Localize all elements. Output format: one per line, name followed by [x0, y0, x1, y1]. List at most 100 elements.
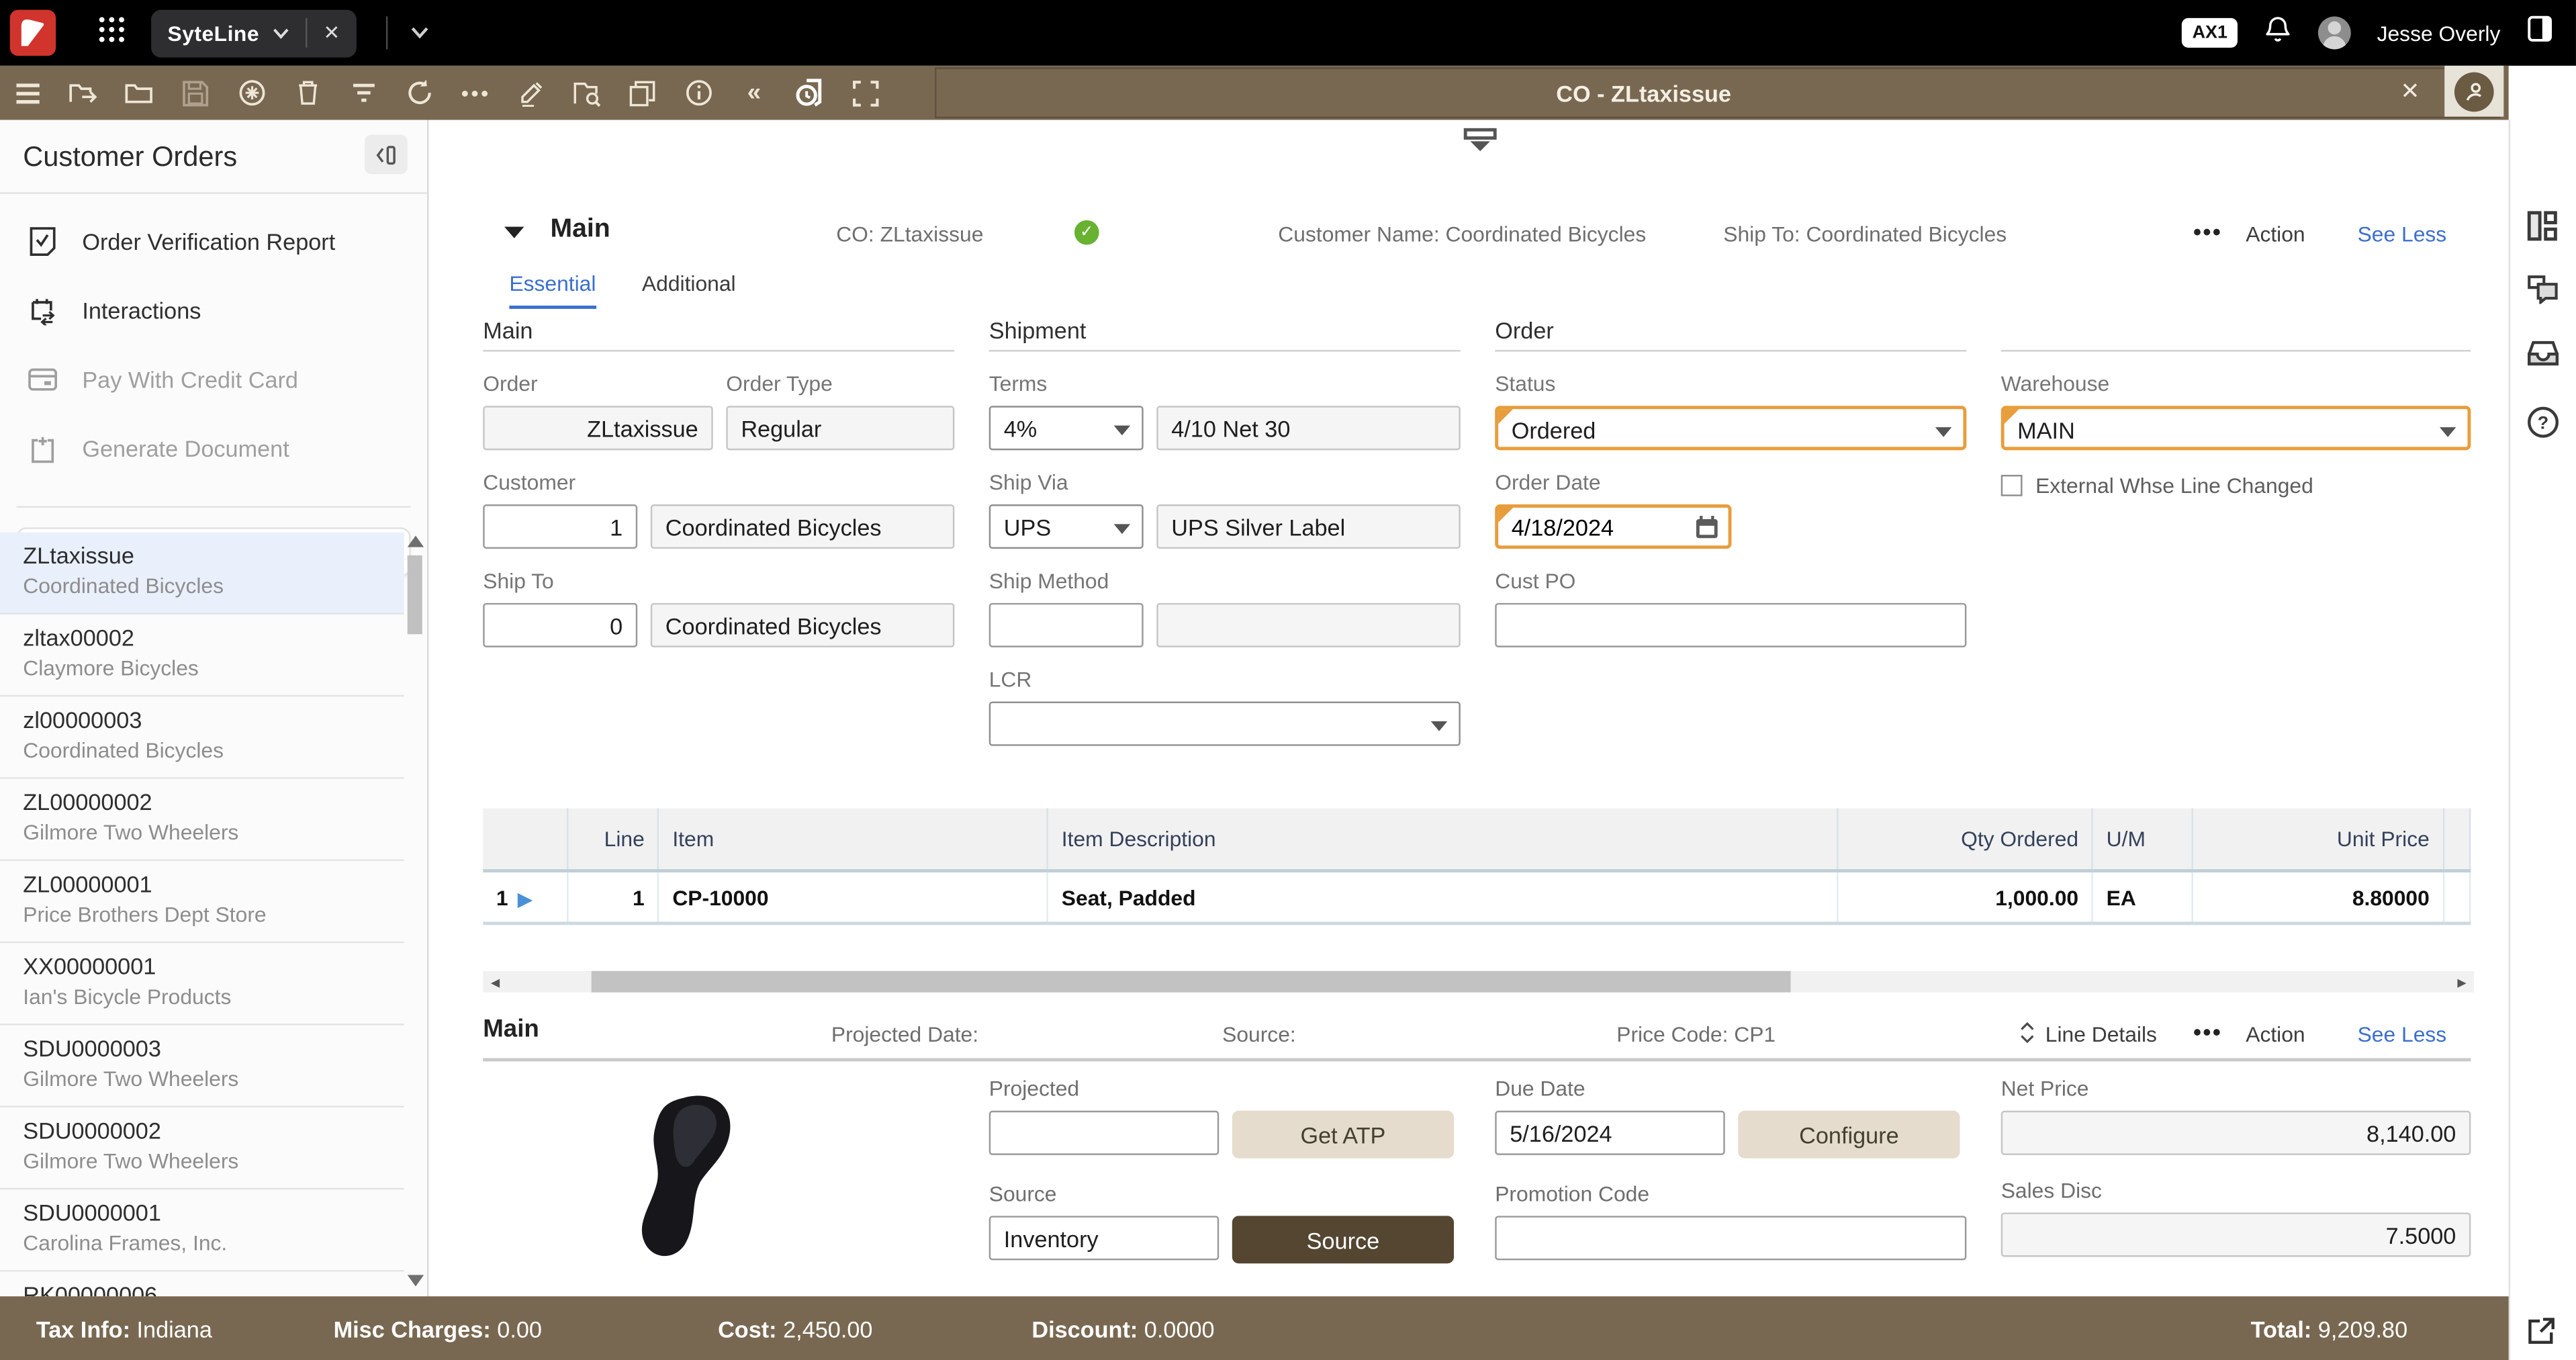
status-dropdown[interactable]: Ordered [1495, 406, 1966, 450]
due-date-field[interactable] [1495, 1111, 1724, 1155]
line-action-link[interactable]: Action [2246, 1022, 2305, 1047]
scroll-right-icon[interactable]: ► [2454, 974, 2469, 991]
cust-po-field[interactable] [1495, 603, 1966, 647]
find-record-icon[interactable] [565, 73, 608, 113]
panel-pull-handle[interactable] [1464, 128, 1500, 154]
grid-row[interactable]: 1▶ 1 CP-10000 Seat, Padded 1,000.00 EA 8… [483, 871, 2470, 923]
ship-method-field[interactable] [989, 603, 1144, 647]
hscroll-thumb[interactable] [592, 971, 1791, 993]
menu-icon[interactable] [7, 73, 50, 113]
col-qty-ordered[interactable]: Qty Ordered [1837, 809, 2092, 871]
grid-horizontal-scrollbar[interactable]: ◄ ► [483, 971, 2474, 993]
source-button[interactable]: Source [1232, 1216, 1454, 1263]
ship-method-desc-field[interactable] [1156, 603, 1461, 647]
chat-icon[interactable] [2527, 275, 2560, 312]
order-list-item[interactable]: SDU0000001 Carolina Frames, Inc. [0, 1189, 404, 1271]
promotion-code-field[interactable] [1495, 1216, 1966, 1260]
menu-item-interactions[interactable]: Interactions [0, 276, 427, 345]
ship-to-number-field[interactable] [483, 603, 637, 647]
inbox-icon[interactable] [2527, 340, 2560, 374]
order-list-item[interactable]: ZLtaxissue Coordinated Bicycles [0, 533, 404, 615]
syteline-app-tab[interactable]: SyteLine ✕ [151, 9, 356, 56]
line-details-sort-icon[interactable] [2019, 1022, 2035, 1048]
header-action-link[interactable]: Action [2246, 222, 2305, 246]
open-external-icon[interactable] [2527, 1316, 2557, 1354]
terms-desc-field[interactable] [1156, 406, 1461, 450]
save-icon[interactable] [174, 73, 217, 113]
net-price-field[interactable] [2001, 1111, 2471, 1155]
order-type-field[interactable] [726, 406, 954, 450]
col-um[interactable]: U/M [2092, 809, 2192, 871]
line-see-less-link[interactable]: See Less [2358, 1022, 2447, 1047]
edit-icon[interactable] [509, 73, 552, 113]
row-header-cell[interactable]: 1▶ [483, 871, 567, 923]
order-list-item[interactable]: ZL00000002 Gilmore Two Wheelers [0, 779, 404, 861]
configure-button[interactable]: Configure [1738, 1111, 1960, 1159]
environment-badge[interactable]: AX1 [2182, 18, 2238, 48]
warehouse-dropdown[interactable]: MAIN [2001, 406, 2471, 450]
get-atp-button[interactable]: Get ATP [1232, 1111, 1454, 1159]
order-list-item[interactable]: zl00000003 Coordinated Bicycles [0, 696, 404, 778]
filter-icon[interactable] [342, 73, 385, 113]
line-details-link[interactable]: Line Details [2045, 1022, 2157, 1047]
col-item-description[interactable]: Item Description [1048, 809, 1837, 871]
sales-disc-field[interactable] [2001, 1212, 2471, 1257]
customer-number-field[interactable] [483, 504, 637, 549]
notifications-bell-icon[interactable] [2264, 14, 2292, 52]
app-tab-chevron-down-icon[interactable] [273, 18, 289, 48]
order-list-item[interactable]: SDU0000002 Gilmore Two Wheelers [0, 1107, 404, 1189]
menu-item-generate-document[interactable]: Generate Document [0, 414, 427, 483]
info-icon[interactable] [677, 73, 720, 113]
help-icon[interactable]: ? [2527, 406, 2560, 447]
lcr-dropdown[interactable] [989, 702, 1461, 746]
delete-icon[interactable] [286, 73, 329, 113]
recent-history-icon[interactable] [788, 73, 831, 113]
profile-button[interactable] [2444, 66, 2503, 117]
order-list-item[interactable]: zltax00002 Claymore Bicycles [0, 615, 404, 696]
scroll-up-icon[interactable] [408, 536, 424, 547]
projected-field[interactable] [989, 1111, 1219, 1155]
terms-dropdown[interactable]: 4% [989, 406, 1144, 450]
source-field[interactable] [989, 1216, 1219, 1260]
tab-essential[interactable]: Essential [509, 271, 596, 309]
grid-corner[interactable] [483, 809, 567, 871]
tab-additional[interactable]: Additional [642, 271, 736, 309]
collapse-toolbar-icon[interactable]: « [733, 73, 776, 113]
side-panel-toggle-icon[interactable] [2527, 15, 2553, 51]
calendar-icon[interactable] [1694, 514, 1720, 545]
collapse-section-icon[interactable] [504, 227, 524, 238]
order-date-field[interactable]: 4/18/2024 [1495, 504, 1731, 549]
copy-icon[interactable] [621, 73, 664, 113]
col-item[interactable]: Item [659, 809, 1048, 871]
layout-panels-icon[interactable] [2527, 210, 2558, 250]
customer-name-field[interactable] [651, 504, 955, 549]
refresh-icon[interactable] [398, 73, 441, 113]
external-whse-checkbox[interactable] [2001, 475, 2023, 496]
col-line[interactable]: Line [567, 809, 659, 871]
scroll-thumb[interactable] [408, 555, 422, 634]
open-form-icon[interactable] [62, 73, 105, 113]
list-scrollbar[interactable] [408, 536, 424, 1287]
ship-via-dropdown[interactable]: UPS [989, 504, 1144, 549]
order-list-item[interactable]: ZL00000001 Price Brothers Dept Store [0, 861, 404, 943]
ship-to-name-field[interactable] [651, 603, 955, 647]
app-grid-icon[interactable] [99, 15, 125, 50]
header-more-icon[interactable]: ••• [2193, 218, 2222, 244]
new-record-icon[interactable] [230, 73, 273, 113]
infor-logo-icon[interactable] [10, 10, 56, 56]
order-list-item[interactable]: SDU0000003 Gilmore Two Wheelers [0, 1026, 404, 1107]
order-field[interactable] [483, 406, 712, 450]
fullscreen-icon[interactable] [844, 73, 887, 113]
close-form-icon[interactable]: ✕ [2385, 66, 2434, 117]
menu-item-order-verification-report[interactable]: Order Verification Report [0, 207, 427, 276]
order-list-item[interactable]: XX00000001 Ian's Bicycle Products [0, 943, 404, 1025]
folder-icon[interactable] [118, 73, 161, 113]
header-see-less-link[interactable]: See Less [2358, 222, 2447, 246]
scroll-left-icon[interactable]: ◄ [488, 974, 503, 991]
app-tab-close-icon[interactable]: ✕ [323, 21, 340, 44]
menu-item-pay-with-credit-card[interactable]: Pay With Credit Card [0, 345, 427, 414]
more-options-icon[interactable] [453, 73, 496, 113]
new-tab-chevron-down-icon[interactable] [410, 18, 428, 48]
order-list-item[interactable]: RK00000006 [0, 1272, 404, 1297]
ship-via-desc-field[interactable] [1156, 504, 1461, 549]
